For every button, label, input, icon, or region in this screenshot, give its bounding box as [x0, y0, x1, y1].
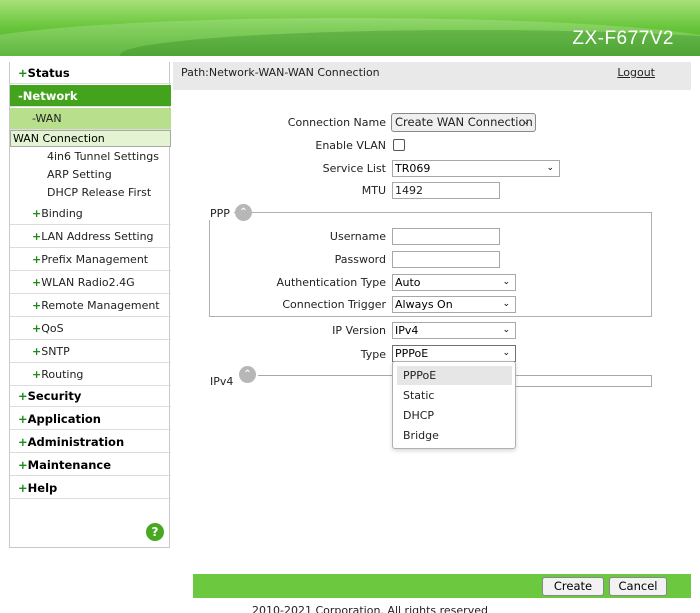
sidebar-item-dhcp-release[interactable]: DHCP Release First — [10, 184, 171, 202]
ip-version-label: IP Version — [332, 324, 386, 337]
chevron-down-icon: ⌄ — [546, 163, 554, 173]
type-option-pppoe[interactable]: PPPoE — [397, 366, 512, 385]
type-option-dhcp[interactable]: DHCP — [397, 406, 512, 425]
connection-name-select[interactable]: Create WAN Connection ⌄ — [391, 113, 536, 132]
type-label: Type — [360, 348, 386, 361]
sidebar-item-status[interactable]: +Status — [10, 62, 171, 84]
enable-vlan-checkbox[interactable] — [393, 139, 405, 151]
header-banner: ZX-F677V2 — [0, 0, 700, 56]
type-select[interactable]: PPPoE ⌄ — [392, 345, 516, 362]
sidebar-item-sntp[interactable]: +SNTP — [10, 341, 171, 363]
sidebar-item-binding[interactable]: +Binding — [10, 203, 171, 225]
sidebar-item-security[interactable]: +Security — [10, 385, 171, 407]
type-option-static[interactable]: Static — [397, 386, 512, 405]
auth-type-select[interactable]: Auto ⌄ — [392, 274, 516, 291]
create-button[interactable]: Create — [542, 577, 604, 596]
logout-link[interactable]: Logout — [617, 66, 655, 79]
mtu-label: MTU — [361, 184, 386, 197]
sidebar-item-help[interactable]: +Help — [10, 477, 171, 499]
type-option-bridge[interactable]: Bridge — [397, 426, 512, 445]
sidebar-item-qos[interactable]: +QoS — [10, 318, 171, 340]
auth-type-label: Authentication Type — [276, 276, 386, 289]
sidebar-item-wan-connection[interactable]: WAN Connection — [10, 130, 171, 147]
sidebar-item-lan-address[interactable]: +LAN Address Setting — [10, 226, 171, 248]
chevron-down-icon: ⌄ — [502, 348, 510, 358]
help-icon[interactable]: ? — [146, 523, 164, 541]
username-input[interactable] — [392, 228, 500, 245]
collapse-icon[interactable]: ⌃ — [239, 366, 256, 383]
model-name: ZX-F677V2 — [572, 28, 674, 49]
action-bar: Create Cancel — [193, 574, 691, 598]
copyright-text: 2010-2021 Corporation. All rights reserv… — [252, 604, 488, 613]
chevron-down-icon: ⌄ — [502, 325, 510, 335]
connection-trigger-select[interactable]: Always On ⌄ — [392, 296, 516, 313]
password-input[interactable] — [392, 251, 500, 268]
username-label: Username — [329, 230, 386, 243]
service-list-select[interactable]: TR069 ⌄ — [392, 160, 560, 177]
sidebar-item-4in6-tunnel[interactable]: 4in6 Tunnel Settings — [10, 148, 171, 166]
ipv4-divider — [258, 375, 392, 376]
sidebar-item-application[interactable]: +Application — [10, 408, 171, 430]
sidebar-item-administration[interactable]: +Administration — [10, 431, 171, 453]
sidebar-item-routing[interactable]: +Routing — [10, 364, 171, 386]
sidebar-item-prefix-management[interactable]: +Prefix Management — [10, 249, 171, 271]
ipv4-divider — [516, 386, 652, 387]
chevron-down-icon: ⌄ — [522, 117, 530, 127]
ip-version-select[interactable]: IPv4 ⌄ — [392, 322, 516, 339]
breadcrumb: Path:Network-WAN-WAN Connection — [181, 66, 380, 79]
ipv4-legend: IPv4 — [209, 375, 238, 388]
sidebar-item-arp-setting[interactable]: ARP Setting — [10, 166, 171, 184]
ipv4-divider — [516, 375, 652, 376]
path-bar: Path:Network-WAN-WAN Connection Logout — [173, 62, 691, 90]
chevron-down-icon: ⌄ — [502, 277, 510, 287]
chevron-down-icon: ⌄ — [502, 299, 510, 309]
collapse-icon[interactable]: ⌃ — [235, 204, 252, 221]
cancel-button[interactable]: Cancel — [609, 577, 667, 596]
mtu-input[interactable]: 1492 — [392, 182, 500, 199]
ppp-legend: PPP — [209, 207, 234, 220]
sidebar-item-wan[interactable]: -WAN — [10, 108, 171, 130]
sidebar-item-wlan-radio[interactable]: +WLAN Radio2.4G — [10, 272, 171, 294]
sidebar-item-remote-management[interactable]: +Remote Management — [10, 295, 171, 317]
sidebar: +Status -Network -WAN WAN Connection 4in… — [9, 62, 171, 548]
service-list-label: Service List — [322, 162, 386, 175]
enable-vlan-label: Enable VLAN — [315, 139, 386, 152]
connection-trigger-label: Connection Trigger — [282, 298, 386, 311]
sidebar-item-maintenance[interactable]: +Maintenance — [10, 454, 171, 476]
connection-name-label: Connection Name — [287, 116, 386, 129]
type-dropdown-list: PPPoE Static DHCP Bridge — [392, 361, 516, 449]
password-label: Password — [334, 253, 386, 266]
sidebar-item-network[interactable]: -Network — [10, 85, 171, 107]
